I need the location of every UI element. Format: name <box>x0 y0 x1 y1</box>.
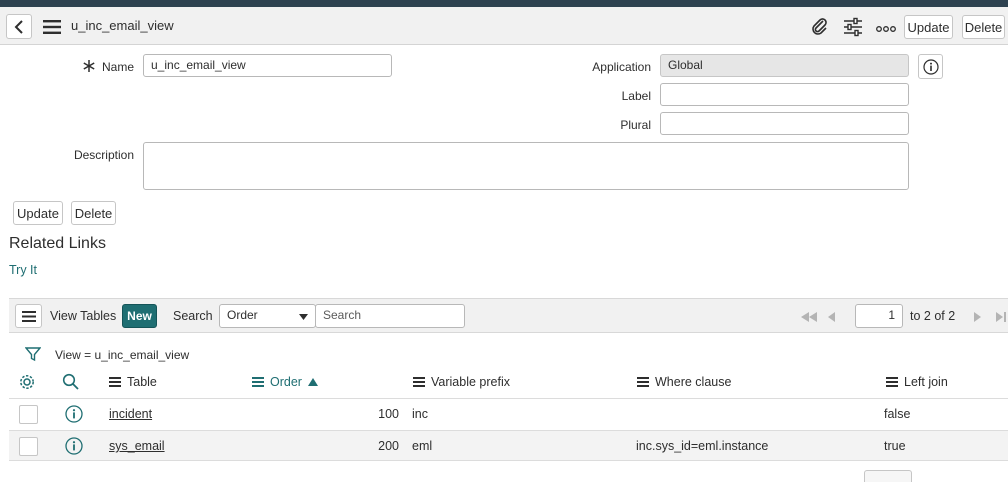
search-input[interactable]: Search <box>315 304 465 328</box>
label-field[interactable] <box>660 83 909 106</box>
row-order: 100 <box>378 407 399 421</box>
row-checkbox[interactable] <box>19 405 38 424</box>
row-order: 200 <box>378 439 399 453</box>
menu-icon <box>21 310 36 322</box>
chevron-down-icon <box>299 314 308 320</box>
filter-breadcrumb[interactable]: View = u_inc_email_view <box>55 348 189 362</box>
try-it-link[interactable]: Try It <box>9 263 37 277</box>
form-header: u_inc_email_view Update Delete <box>0 7 1008 45</box>
page-info: to 2 of 2 <box>910 309 956 323</box>
last-page-icon[interactable] <box>995 311 1008 322</box>
application-field[interactable]: Global <box>660 54 909 77</box>
more-icon[interactable] <box>876 22 896 32</box>
column-header-order[interactable]: Order <box>252 375 318 389</box>
gear-icon[interactable] <box>18 373 36 391</box>
row-where-clause: inc.sys_id=eml.instance <box>636 439 769 453</box>
filter-icon[interactable] <box>24 346 42 362</box>
description-label: Description <box>73 148 134 162</box>
column-menu-icon <box>413 377 425 387</box>
new-button[interactable]: New <box>122 304 157 328</box>
list-toolbar: View Tables New Search Order Search 1 to… <box>9 298 1008 333</box>
label-label: Label <box>621 89 651 103</box>
description-field[interactable] <box>143 142 909 190</box>
list-title: View Tables <box>50 309 117 323</box>
name-field[interactable]: u_inc_email_view <box>143 54 392 77</box>
back-button[interactable] <box>6 14 32 39</box>
column-header-variable-prefix[interactable]: Variable prefix <box>413 375 510 389</box>
name-label: Name <box>101 60 134 74</box>
back-icon <box>14 19 23 34</box>
info-icon[interactable] <box>65 405 83 423</box>
column-menu-icon <box>252 377 264 387</box>
column-header-table[interactable]: Table <box>109 375 157 389</box>
form-update-button[interactable]: Update <box>13 201 63 225</box>
previous-page-icon[interactable] <box>827 311 836 322</box>
paperclip-icon[interactable] <box>810 16 830 36</box>
row-table-link[interactable]: sys_email <box>109 431 165 461</box>
row-variable-prefix: eml <box>412 439 433 453</box>
column-menu-icon <box>109 377 121 387</box>
header-update-button[interactable]: Update <box>904 15 953 39</box>
column-header-left-join[interactable]: Left join <box>886 375 948 389</box>
list-menu-button[interactable] <box>15 304 42 328</box>
table-row: sys_email 200 eml inc.sys_id=eml.instanc… <box>9 430 1008 461</box>
search-label: Search <box>173 309 213 323</box>
application-label: Application <box>592 60 651 74</box>
row-left-join: true <box>884 439 906 453</box>
form-title: u_inc_email_view <box>71 18 174 33</box>
column-menu-icon <box>886 377 898 387</box>
top-strip <box>0 0 1008 7</box>
header-delete-button[interactable]: Delete <box>962 15 1005 39</box>
row-left-join: false <box>884 407 911 421</box>
form-delete-button[interactable]: Delete <box>71 201 116 225</box>
row-checkbox[interactable] <box>19 437 38 456</box>
application-info-button[interactable] <box>918 54 943 79</box>
row-variable-prefix: inc <box>412 407 428 421</box>
column-menu-icon <box>637 377 649 387</box>
menu-icon[interactable] <box>43 20 61 34</box>
search-field-value: Order <box>227 308 258 322</box>
column-header-where-clause[interactable]: Where clause <box>637 375 731 389</box>
settings-sliders-icon[interactable] <box>843 17 863 37</box>
search-icon[interactable] <box>62 373 79 390</box>
plural-label: Plural <box>620 118 651 132</box>
search-field-select[interactable]: Order <box>219 304 316 328</box>
info-icon[interactable] <box>65 437 83 455</box>
row-table-link[interactable]: incident <box>109 399 152 429</box>
info-icon <box>922 58 939 75</box>
bottom-page-control[interactable] <box>864 470 912 482</box>
sort-ascending-icon <box>307 378 318 386</box>
plural-field[interactable] <box>660 112 909 135</box>
table-row: incident 100 inc false <box>9 398 1008 429</box>
next-page-icon[interactable] <box>973 311 982 322</box>
related-links-heading: Related Links <box>9 235 106 252</box>
first-page-icon[interactable] <box>800 311 818 322</box>
page-number-input[interactable]: 1 <box>855 304 903 328</box>
